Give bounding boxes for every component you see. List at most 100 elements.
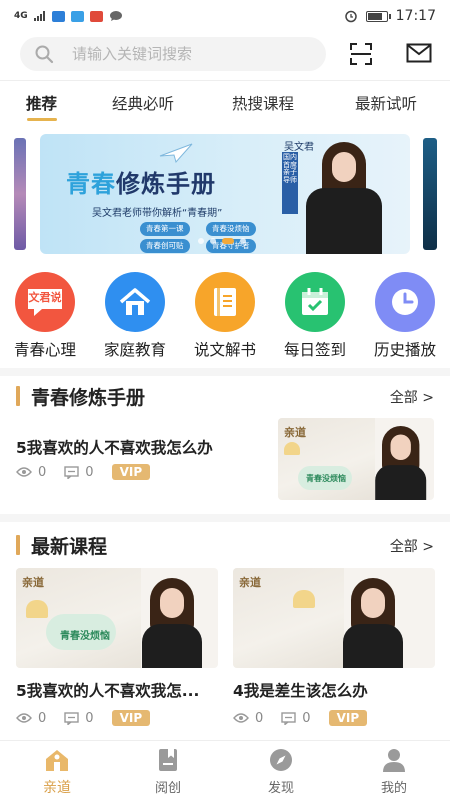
banner-prev-peek[interactable]: [14, 138, 26, 250]
tab-classic[interactable]: 经典必听: [112, 92, 174, 114]
section-view-all-link[interactable]: 全部 >: [390, 387, 434, 407]
calendar-check-icon: [285, 272, 345, 332]
course-meta: 0 0 VIP: [16, 464, 151, 480]
banner-tagline: 国内首席亲子导师: [282, 152, 298, 214]
lamp-illustration: [293, 590, 315, 608]
alarm-icon: [344, 10, 357, 23]
entry-daily-checkin[interactable]: 每日签到: [275, 272, 355, 360]
section-accent-mark: [16, 386, 20, 406]
nav-reading[interactable]: 阅创: [128, 747, 208, 796]
book-icon: [195, 272, 255, 332]
compass-icon: [270, 749, 292, 771]
nav-discover[interactable]: 发现: [241, 747, 321, 796]
status-bar: 4G 17:17: [0, 0, 450, 32]
header-divider: [0, 80, 450, 81]
banner-pill: 青春创可贴: [140, 239, 190, 253]
course-thumbnail: 亲道 青春没烦恼: [16, 568, 218, 668]
section-accent-mark: [16, 535, 20, 555]
paper-plane-icon: [159, 143, 193, 164]
app-notification-icon: [89, 10, 103, 22]
vip-badge: VIP: [111, 710, 151, 726]
comment-count-value: 0: [85, 710, 94, 726]
carousel-indicators: [198, 238, 246, 244]
entry-youth-psychology[interactable]: 文君说 青春心理: [5, 272, 85, 360]
bottom-nav: 亲道 阅创 发现 我的: [0, 740, 450, 800]
course-title: 5我喜欢的人不喜欢我怎么办: [16, 439, 213, 457]
view-count: 0: [233, 711, 263, 726]
section-title: 最新课程: [31, 536, 108, 558]
nav-home[interactable]: 亲道: [17, 747, 97, 797]
vip-badge: VIP: [111, 464, 151, 480]
message-bubble-icon: [109, 11, 122, 21]
eye-icon: [16, 713, 32, 723]
banner-title-part1: 青春: [66, 170, 116, 198]
section-separator: [0, 514, 450, 522]
comment-icon: [64, 711, 79, 725]
banner-subtitle: 吴文君老师带你解析“青春期”: [92, 208, 223, 219]
banner-next-peek[interactable]: [423, 138, 437, 250]
app-notification-icon: [70, 10, 84, 22]
thumb-tag: 亲道: [22, 576, 44, 589]
house-icon: [105, 272, 165, 332]
wenjunshuo-chat-icon: 文君说: [15, 272, 75, 332]
comment-count-value: 0: [85, 464, 94, 480]
home-icon: [46, 750, 68, 771]
tab-latest-trial[interactable]: 最新试听: [355, 92, 417, 114]
view-count: 0: [16, 711, 46, 726]
search-box[interactable]: [20, 37, 326, 71]
nav-label: 我的: [380, 781, 407, 796]
lamp-illustration: [284, 442, 300, 455]
view-count-value: 0: [38, 710, 47, 726]
comment-icon: [281, 711, 296, 725]
scan-icon[interactable]: [349, 42, 373, 66]
category-tabs: 推荐 经典必听 热搜课程 最新试听: [0, 92, 450, 122]
signal-bars-icon: [33, 11, 45, 21]
course-title: 4我是差生该怎么办: [233, 682, 368, 700]
thumb-text: 青春没烦恼: [306, 474, 346, 483]
entry-book-talk[interactable]: 说文解书: [185, 272, 265, 360]
comment-count: 0: [64, 710, 94, 726]
eye-icon: [233, 713, 249, 723]
course-meta: 0 0 VIP: [233, 710, 368, 726]
section-view-all-link[interactable]: 全部 >: [390, 536, 434, 556]
banner-slide[interactable]: 青春修炼手册 吴文君老师带你解析“青春期” 青春第一课 青春没烦恼 青春创可贴 …: [40, 134, 410, 254]
entry-family-education[interactable]: 家庭教育: [95, 272, 175, 360]
carousel-dot[interactable]: [240, 238, 246, 244]
entry-label: 青春心理: [13, 341, 76, 359]
status-left: 4G: [14, 10, 123, 22]
entry-label: 家庭教育: [103, 341, 166, 359]
battery-icon: [365, 10, 391, 22]
nav-label: 亲道: [43, 780, 71, 796]
course-thumbnail: 亲道: [233, 568, 435, 668]
carousel-dot[interactable]: [198, 238, 204, 244]
clock-icon: [375, 272, 435, 332]
carousel-dot-active[interactable]: [222, 238, 234, 244]
search-input[interactable]: [72, 45, 292, 63]
mail-icon[interactable]: [406, 43, 432, 63]
comment-count-value: 0: [302, 710, 311, 726]
lamp-illustration: [26, 600, 48, 618]
signal-indicator: 4G: [14, 10, 28, 21]
view-count: 0: [16, 465, 46, 480]
thumb-tag: 亲道: [239, 576, 261, 589]
entry-label: 历史播放: [373, 341, 436, 359]
nav-profile[interactable]: 我的: [354, 747, 434, 796]
person-icon: [383, 749, 405, 772]
course-meta: 0 0 VIP: [16, 710, 151, 726]
quick-entry-row: 文君说 青春心理 家庭教育 说文解书 每日签到 历史播放: [0, 272, 450, 362]
status-right: 17:17: [344, 8, 436, 24]
tab-recommended[interactable]: 推荐: [26, 92, 57, 114]
carousel-dot[interactable]: [210, 238, 216, 244]
nav-label: 发现: [267, 781, 294, 796]
tab-hot-search[interactable]: 热搜课程: [232, 92, 294, 114]
banner-teacher-name: 吴文君: [284, 142, 314, 153]
thumb-tag: 亲道: [284, 426, 306, 439]
clock-time: 17:17: [395, 8, 436, 24]
comment-count: 0: [281, 710, 311, 726]
section-title: 青春修炼手册: [31, 387, 146, 409]
entry-play-history[interactable]: 历史播放: [365, 272, 445, 360]
course-title: 5我喜欢的人不喜欢我怎...: [16, 682, 200, 700]
active-tab-indicator: [27, 118, 57, 121]
entry-label: 说文解书: [193, 341, 256, 359]
app-notification-icon: [51, 10, 65, 22]
